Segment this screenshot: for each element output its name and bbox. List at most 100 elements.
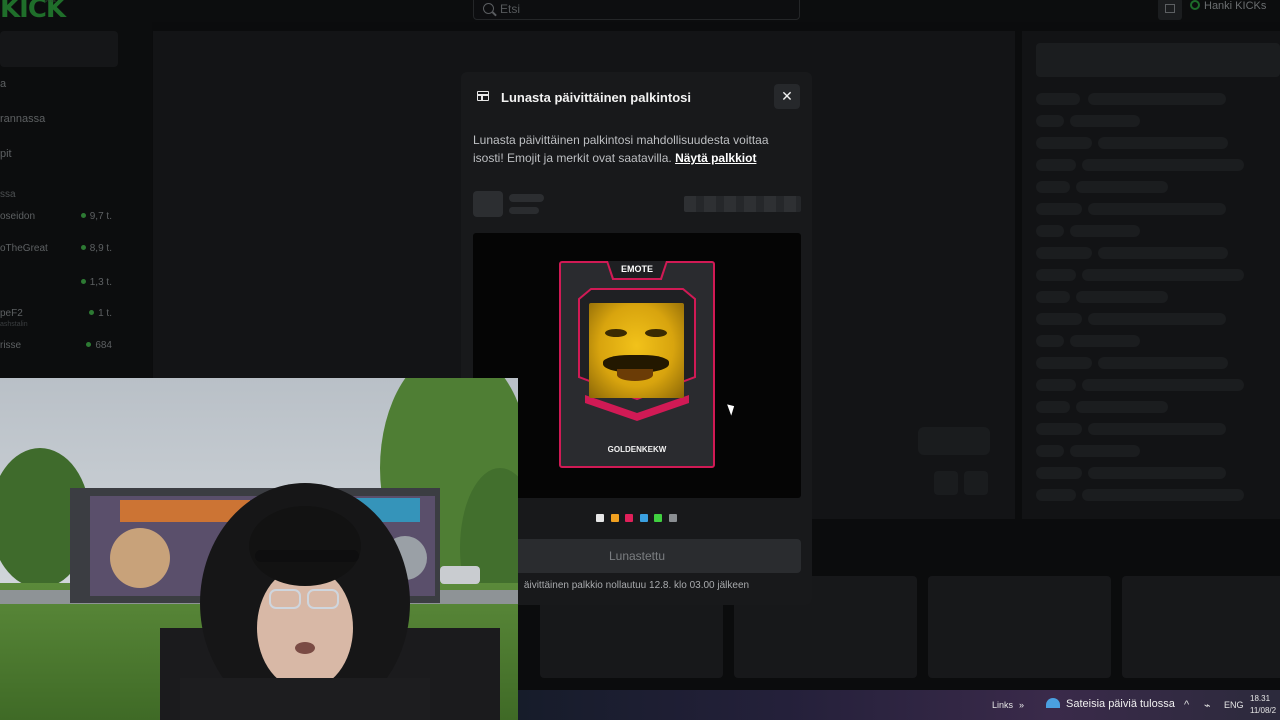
search-box[interactable]: Etsi bbox=[473, 0, 800, 20]
chat-line-placeholder bbox=[1036, 313, 1082, 325]
chat-line-placeholder bbox=[1082, 489, 1244, 501]
sidebar-nav-item[interactable]: rannassa bbox=[0, 113, 45, 125]
system-clock[interactable]: 18.31 11/08/2 bbox=[1250, 693, 1276, 717]
chat-line-placeholder bbox=[1070, 335, 1140, 347]
language-indicator[interactable]: ENG bbox=[1224, 700, 1244, 710]
mouse-cursor-icon bbox=[727, 402, 737, 416]
clock-time: 18.31 bbox=[1250, 694, 1271, 703]
daily-reward-button[interactable] bbox=[1158, 0, 1182, 20]
chat-line-placeholder bbox=[1082, 159, 1244, 171]
loading-placeholder bbox=[684, 196, 801, 212]
modal-description: Lunasta päivittäinen palkintosi mahdolli… bbox=[473, 131, 793, 167]
chat-line-placeholder bbox=[1036, 467, 1082, 479]
rarity-swatch bbox=[596, 514, 604, 522]
chat-line-placeholder bbox=[1036, 291, 1070, 303]
chat-line-placeholder bbox=[1036, 203, 1082, 215]
reward-stage: EMOTE GOLDENKEKW bbox=[473, 233, 801, 498]
sidebar-channel[interactable]: risse 684 bbox=[0, 340, 112, 364]
show-hidden-icons-button[interactable]: ^ bbox=[1184, 699, 1189, 711]
chat-line-placeholder bbox=[1036, 489, 1076, 501]
chat-line-placeholder bbox=[1036, 137, 1092, 149]
chat-line-placeholder bbox=[1098, 357, 1228, 369]
chat-line-placeholder bbox=[1036, 401, 1070, 413]
chat-line-placeholder bbox=[1036, 335, 1064, 347]
show-rewards-link[interactable]: Näytä palkkiot bbox=[675, 151, 756, 165]
stream-card-placeholder bbox=[928, 576, 1111, 678]
webcam-overlay bbox=[0, 378, 518, 720]
rarity-swatch bbox=[625, 514, 633, 522]
chat-line-placeholder bbox=[1088, 423, 1226, 435]
chat-line-placeholder bbox=[1088, 467, 1226, 479]
sidebar-nav-item[interactable]: a bbox=[0, 78, 6, 90]
viewer-count: 1,3 t. bbox=[80, 277, 112, 288]
reward-type-tag: EMOTE bbox=[606, 261, 668, 280]
chat-line-placeholder bbox=[1082, 269, 1244, 281]
chat-line-placeholder bbox=[1070, 225, 1140, 237]
sidebar-channel[interactable]: peF2 ashstalin 1 t. bbox=[0, 308, 112, 332]
channel-name: peF2 bbox=[0, 308, 23, 319]
sidebar-channel[interactable]: oseidon 9,7 t. bbox=[0, 211, 112, 235]
loading-placeholder bbox=[509, 207, 539, 214]
player-control-placeholder bbox=[964, 471, 988, 495]
loading-placeholder bbox=[473, 191, 503, 217]
modal-title: Lunasta päivittäinen palkintosi bbox=[501, 90, 691, 105]
rarity-swatch bbox=[654, 514, 662, 522]
stream-card-placeholder bbox=[1122, 576, 1280, 678]
rarity-swatch bbox=[640, 514, 648, 522]
gift-icon bbox=[1165, 4, 1175, 13]
chat-line-placeholder bbox=[1036, 115, 1064, 127]
player-control-placeholder bbox=[918, 427, 990, 455]
chat-panel-placeholder bbox=[1022, 31, 1280, 519]
search-icon bbox=[483, 3, 494, 14]
top-bar: KICK beta Etsi Hanki KICKs bbox=[0, 0, 1280, 24]
reward-card[interactable]: EMOTE GOLDENKEKW bbox=[559, 261, 737, 468]
rarity-swatch bbox=[669, 514, 677, 522]
links-toolbar[interactable]: Links» bbox=[992, 700, 1024, 710]
chat-line-placeholder bbox=[1036, 159, 1076, 171]
chat-line-placeholder bbox=[1036, 181, 1070, 193]
chat-line-placeholder bbox=[1036, 269, 1076, 281]
chat-line-placeholder bbox=[1088, 313, 1226, 325]
reward-type-label: EMOTE bbox=[608, 261, 666, 278]
gift-icon bbox=[476, 91, 489, 101]
sidebar-channel[interactable]: 1,3 t. bbox=[0, 277, 112, 301]
logo-beta-label: beta bbox=[44, 0, 56, 4]
channel-name: oseidon bbox=[0, 211, 36, 222]
sidebar-section-title: ssa bbox=[0, 189, 16, 200]
windows-taskbar: Links» Sateisia päiviä tulossa ^ ⌁ ENG 1… bbox=[518, 690, 1280, 720]
loading-placeholder bbox=[509, 194, 544, 202]
channel-name: risse bbox=[0, 340, 22, 351]
sidebar-channel[interactable]: oTheGreat 8,9 t. bbox=[0, 243, 112, 267]
chevron-right-icon: » bbox=[1019, 700, 1025, 710]
chat-line-placeholder bbox=[1088, 93, 1226, 105]
chat-header-placeholder bbox=[1036, 43, 1280, 77]
reward-name: GOLDENKEKW bbox=[607, 445, 667, 454]
close-button[interactable]: ✕ bbox=[774, 84, 800, 109]
chat-line-placeholder bbox=[1076, 181, 1168, 193]
umbrella-icon bbox=[1046, 698, 1060, 708]
sidebar: a rannassa pit ssa oseidon 9,7 t. oTheGr… bbox=[0, 22, 152, 382]
weather-widget[interactable]: Sateisia päiviä tulossa bbox=[1046, 698, 1175, 710]
chat-line-placeholder bbox=[1076, 291, 1168, 303]
chat-line-placeholder bbox=[1036, 357, 1092, 369]
get-kicks-button[interactable]: Hanki KICKs bbox=[1190, 0, 1266, 12]
chat-line-placeholder bbox=[1036, 379, 1076, 391]
chat-line-placeholder bbox=[1098, 247, 1228, 259]
network-icon[interactable]: ⌁ bbox=[1204, 699, 1211, 712]
chat-line-placeholder bbox=[1036, 247, 1092, 259]
chat-line-placeholder bbox=[1070, 115, 1140, 127]
claimed-button[interactable]: Lunastettu bbox=[473, 539, 801, 573]
viewer-count: 684 bbox=[86, 340, 112, 351]
get-kicks-label: Hanki KICKs bbox=[1204, 0, 1267, 12]
webcam-image bbox=[0, 378, 518, 720]
weather-text: Sateisia päiviä tulossa bbox=[1066, 698, 1175, 710]
chat-line-placeholder bbox=[1070, 445, 1140, 457]
player-control-placeholder bbox=[934, 471, 958, 495]
sidebar-nav-item[interactable]: pit bbox=[0, 148, 12, 160]
screen: KICK beta Etsi Hanki KICKs a rannassa pi… bbox=[0, 0, 1280, 720]
kicks-coin-icon bbox=[1190, 0, 1200, 10]
chat-line-placeholder bbox=[1036, 93, 1080, 105]
chat-line-placeholder bbox=[1098, 137, 1228, 149]
chat-line-placeholder bbox=[1076, 401, 1168, 413]
viewer-count: 1 t. bbox=[89, 308, 112, 319]
